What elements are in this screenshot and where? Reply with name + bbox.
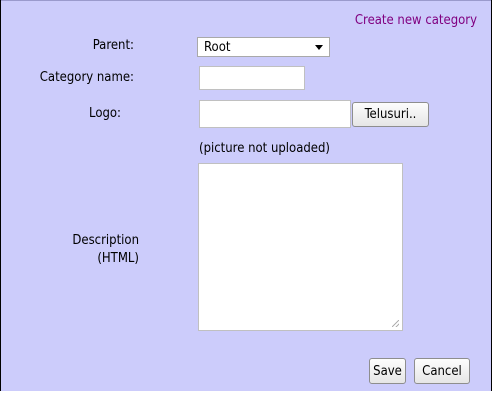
description-textarea[interactable] (198, 163, 403, 331)
description-label: Description (HTML) (41, 232, 139, 268)
form-title: Create new category (354, 13, 477, 28)
dropdown-arrow-icon (315, 45, 323, 50)
logo-file-input[interactable] (199, 100, 351, 128)
logo-label: Logo: (89, 106, 121, 121)
browse-button[interactable]: Telusuri.. (352, 102, 429, 127)
resize-grip-icon[interactable] (392, 320, 399, 327)
description-label-line2: (HTML) (97, 251, 139, 266)
parent-select[interactable]: Root (197, 37, 330, 57)
category-name-label: Category name: (39, 70, 134, 85)
description-label-line1: Description (72, 233, 139, 248)
parent-label: Parent: (92, 38, 134, 53)
logo-status-note: (picture not uploaded) (199, 141, 330, 156)
panel-header (1, 0, 491, 9)
cancel-button[interactable]: Cancel (414, 358, 470, 384)
category-form-panel: Create new category Parent: Root Categor… (0, 0, 492, 391)
category-name-input[interactable] (199, 66, 305, 90)
parent-select-value: Root (204, 39, 231, 55)
save-button[interactable]: Save (369, 358, 406, 384)
